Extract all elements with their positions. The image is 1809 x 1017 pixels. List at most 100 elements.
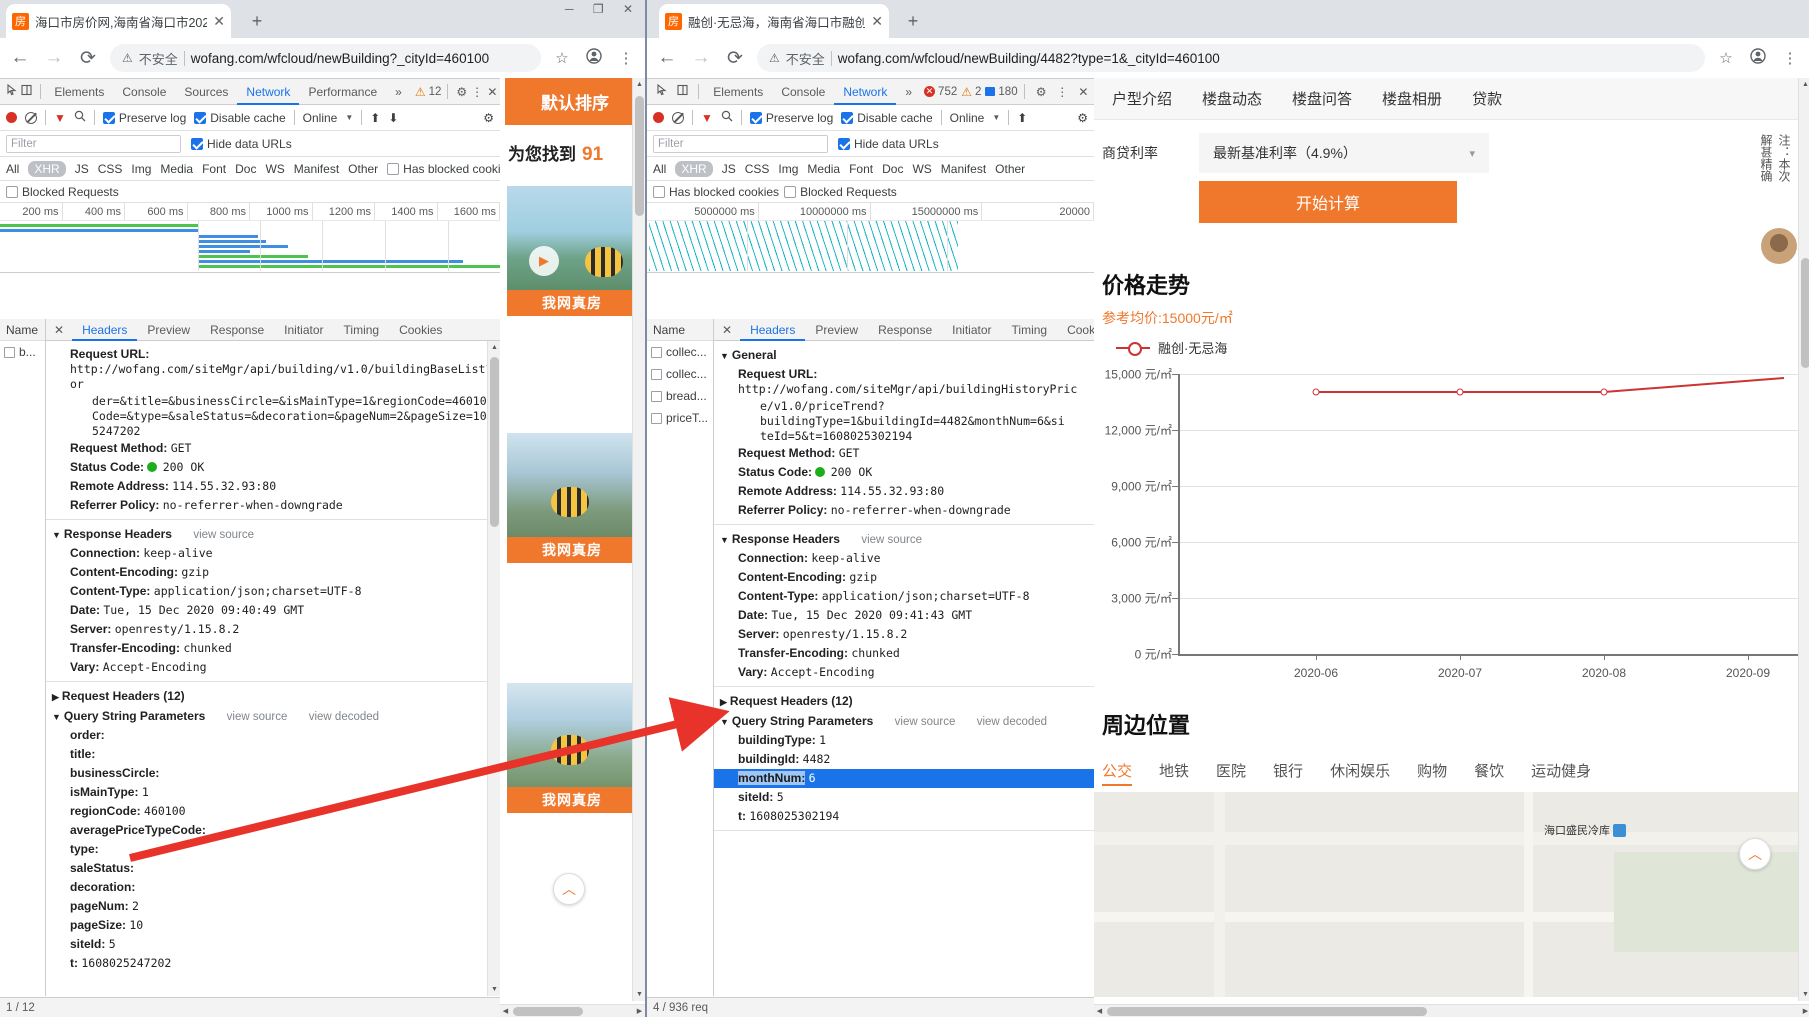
table-row[interactable]: b... xyxy=(0,341,45,363)
detail-tab-headers[interactable]: Headers xyxy=(72,319,137,341)
devtools-kebab-icon[interactable]: ⋮ xyxy=(1052,85,1073,99)
nearby-tab-metro[interactable]: 地铁 xyxy=(1159,760,1189,786)
type-filter-img[interactable]: Img xyxy=(778,162,798,176)
listing-photo-1[interactable]: ▶ 我网真房 xyxy=(507,186,637,316)
import-har-icon[interactable]: ⬆ xyxy=(1017,111,1027,125)
detail-tab-timing[interactable]: Timing xyxy=(1002,319,1058,341)
view-source-link[interactable]: view source xyxy=(895,716,956,728)
type-filter-css[interactable]: CSS xyxy=(98,162,123,176)
type-filter-other[interactable]: Other xyxy=(348,162,378,176)
map-poi-label[interactable]: 海口盛民冷库 xyxy=(1544,822,1626,838)
throttle-caret-icon[interactable]: ▼ xyxy=(345,113,353,122)
window-controls[interactable]: ─ ❐ ✕ xyxy=(565,2,641,16)
devtools-tab-console[interactable]: Console xyxy=(113,79,175,105)
back-to-top-button[interactable]: ︿ xyxy=(553,873,585,905)
general-section[interactable]: ▼ General xyxy=(714,345,1094,365)
bookmark-star-icon[interactable]: ☆ xyxy=(551,49,573,67)
type-filter-css[interactable]: CSS xyxy=(745,162,770,176)
left-request-list[interactable]: Name b... xyxy=(0,319,46,996)
throttle-select[interactable]: Online xyxy=(303,111,338,125)
devtools-kebab-icon[interactable]: ⋮ xyxy=(469,85,484,99)
detail-tab-preview[interactable]: Preview xyxy=(805,319,868,341)
close-tab-icon[interactable]: ✕ xyxy=(213,13,225,30)
scroll-up-icon[interactable]: ▲ xyxy=(633,78,645,91)
has-blocked-cookies-checkbox[interactable]: Has blocked cookies xyxy=(387,162,513,176)
devtools-settings-icon[interactable]: ⚙ xyxy=(454,85,469,99)
devtools-message-badge[interactable]: 180 xyxy=(985,86,1018,98)
type-filter-doc[interactable]: Doc xyxy=(882,162,903,176)
detail-tab-response[interactable]: Response xyxy=(200,319,274,341)
left-page-scrollbar[interactable]: ▲ ▼ xyxy=(632,78,645,1001)
nearby-tab-dining[interactable]: 餐饮 xyxy=(1474,760,1504,786)
listing-photo-3[interactable]: 我网真房 xyxy=(507,683,637,813)
close-tab-icon[interactable]: ✕ xyxy=(871,13,883,30)
detail-tab-preview[interactable]: Preview xyxy=(137,319,200,341)
devtools-close-icon[interactable]: ✕ xyxy=(1073,85,1094,99)
nearby-tab-bank[interactable]: 银行 xyxy=(1273,760,1303,786)
bookmark-star-icon[interactable]: ☆ xyxy=(1715,49,1737,67)
scroll-down-icon[interactable]: ▼ xyxy=(633,988,645,1001)
nearby-tab-bus[interactable]: 公交 xyxy=(1102,760,1133,786)
detail-tab-initiator[interactable]: Initiator xyxy=(942,319,1001,341)
devtools-warning-badge[interactable]: ⚠ 12 xyxy=(415,85,442,99)
devtools-more-tabs-icon[interactable]: » xyxy=(386,79,411,105)
left-browser-tab[interactable]: 房 海口市房价网,海南省海口市2020 ✕ xyxy=(6,4,231,38)
network-settings-icon[interactable]: ⚙ xyxy=(1077,111,1088,125)
reload-button[interactable]: ⟳ xyxy=(723,47,747,70)
response-headers-section[interactable]: ▼ Response Headers view source xyxy=(46,524,500,544)
inspect-element-icon[interactable] xyxy=(651,83,672,99)
view-decoded-link[interactable]: view decoded xyxy=(977,716,1047,728)
filter-icon[interactable]: ▼ xyxy=(54,111,66,125)
detail-tab-timing[interactable]: Timing xyxy=(334,319,390,341)
left-overview-timeline[interactable]: 200 ms 400 ms 600 ms 800 ms 1000 ms 1200… xyxy=(0,203,500,273)
devtools-close-icon[interactable]: ✕ xyxy=(485,85,500,99)
type-filter-font[interactable]: Font xyxy=(202,162,226,176)
scroll-down-icon[interactable]: ▼ xyxy=(1799,988,1809,1001)
listing-photo-2[interactable]: 我网真房 xyxy=(507,433,637,563)
right-page-scrollbar[interactable]: ▲ ▼ xyxy=(1798,78,1809,1001)
devtools-tab-network[interactable]: Network xyxy=(834,79,896,105)
network-settings-icon[interactable]: ⚙ xyxy=(483,111,494,125)
query-param-row-highlighted[interactable]: monthNum: 6 xyxy=(714,769,1094,788)
left-page-hscrollbar[interactable]: ◀ ▶ xyxy=(500,1004,645,1017)
table-row[interactable]: priceT... xyxy=(647,407,713,429)
nav-tab-huxing[interactable]: 户型介绍 xyxy=(1112,88,1172,109)
detail-tab-initiator[interactable]: Initiator xyxy=(274,319,333,341)
type-filter-all[interactable]: All xyxy=(653,162,666,176)
device-toolbar-icon[interactable] xyxy=(672,84,693,99)
address-bar[interactable]: ⚠ 不安全 wofang.com/wfcloud/newBuilding?_ci… xyxy=(110,44,541,72)
throttle-select[interactable]: Online xyxy=(950,111,985,125)
devtools-tab-performance[interactable]: Performance xyxy=(299,79,386,105)
query-params-section[interactable]: ▼ Query String Parameters view source vie… xyxy=(714,711,1094,731)
nearby-tab-shopping[interactable]: 购物 xyxy=(1417,760,1447,786)
detail-tab-headers[interactable]: Headers xyxy=(740,319,805,341)
table-row[interactable]: bread... xyxy=(647,385,713,407)
nearby-tab-leisure[interactable]: 休闲娱乐 xyxy=(1330,760,1390,786)
type-filter-ws[interactable]: WS xyxy=(912,162,931,176)
devtools-tab-network[interactable]: Network xyxy=(237,79,299,105)
has-blocked-cookies-checkbox[interactable]: Has blocked cookies xyxy=(653,185,779,199)
nav-tab-wenda[interactable]: 楼盘问答 xyxy=(1292,88,1352,109)
view-source-link[interactable]: view source xyxy=(227,711,288,723)
preserve-log-checkbox[interactable]: Preserve log xyxy=(749,111,833,125)
right-request-list[interactable]: Name collec... collec... bread... priceT… xyxy=(647,319,714,996)
chrome-menu-icon[interactable]: ⋮ xyxy=(1779,49,1801,67)
profile-avatar-icon[interactable] xyxy=(1747,48,1769,68)
search-icon[interactable] xyxy=(74,110,86,125)
devtools-more-tabs-icon[interactable]: » xyxy=(896,79,921,105)
agent-avatar[interactable] xyxy=(1761,228,1797,264)
throttle-caret-icon[interactable]: ▼ xyxy=(992,113,1000,122)
address-bar[interactable]: ⚠ 不安全 wofang.com/wfcloud/newBuilding/448… xyxy=(757,44,1705,72)
filter-input[interactable]: Filter xyxy=(653,134,828,153)
right-overview-timeline[interactable]: 5000000 ms 10000000 ms 15000000 ms 20000 xyxy=(647,203,1094,273)
nav-tab-dongtai[interactable]: 楼盘动态 xyxy=(1202,88,1262,109)
scroll-up-icon[interactable]: ▲ xyxy=(1799,78,1809,91)
request-headers-section[interactable]: ▶ Request Headers (12) xyxy=(714,691,1094,711)
query-params-section[interactable]: ▼ Query String Parameters view source vie… xyxy=(46,706,500,726)
calculate-button[interactable]: 开始计算 xyxy=(1199,181,1457,223)
type-filter-manifest[interactable]: Manifest xyxy=(941,162,986,176)
rate-select-dropdown[interactable]: 最新基准利率（4.9%） ▾ xyxy=(1199,133,1489,173)
devtools-tab-elements[interactable]: Elements xyxy=(45,79,113,105)
devtools-warning-badge[interactable]: ⚠ 2 xyxy=(961,85,981,99)
sort-default-button[interactable]: 默认排序 xyxy=(505,78,645,125)
